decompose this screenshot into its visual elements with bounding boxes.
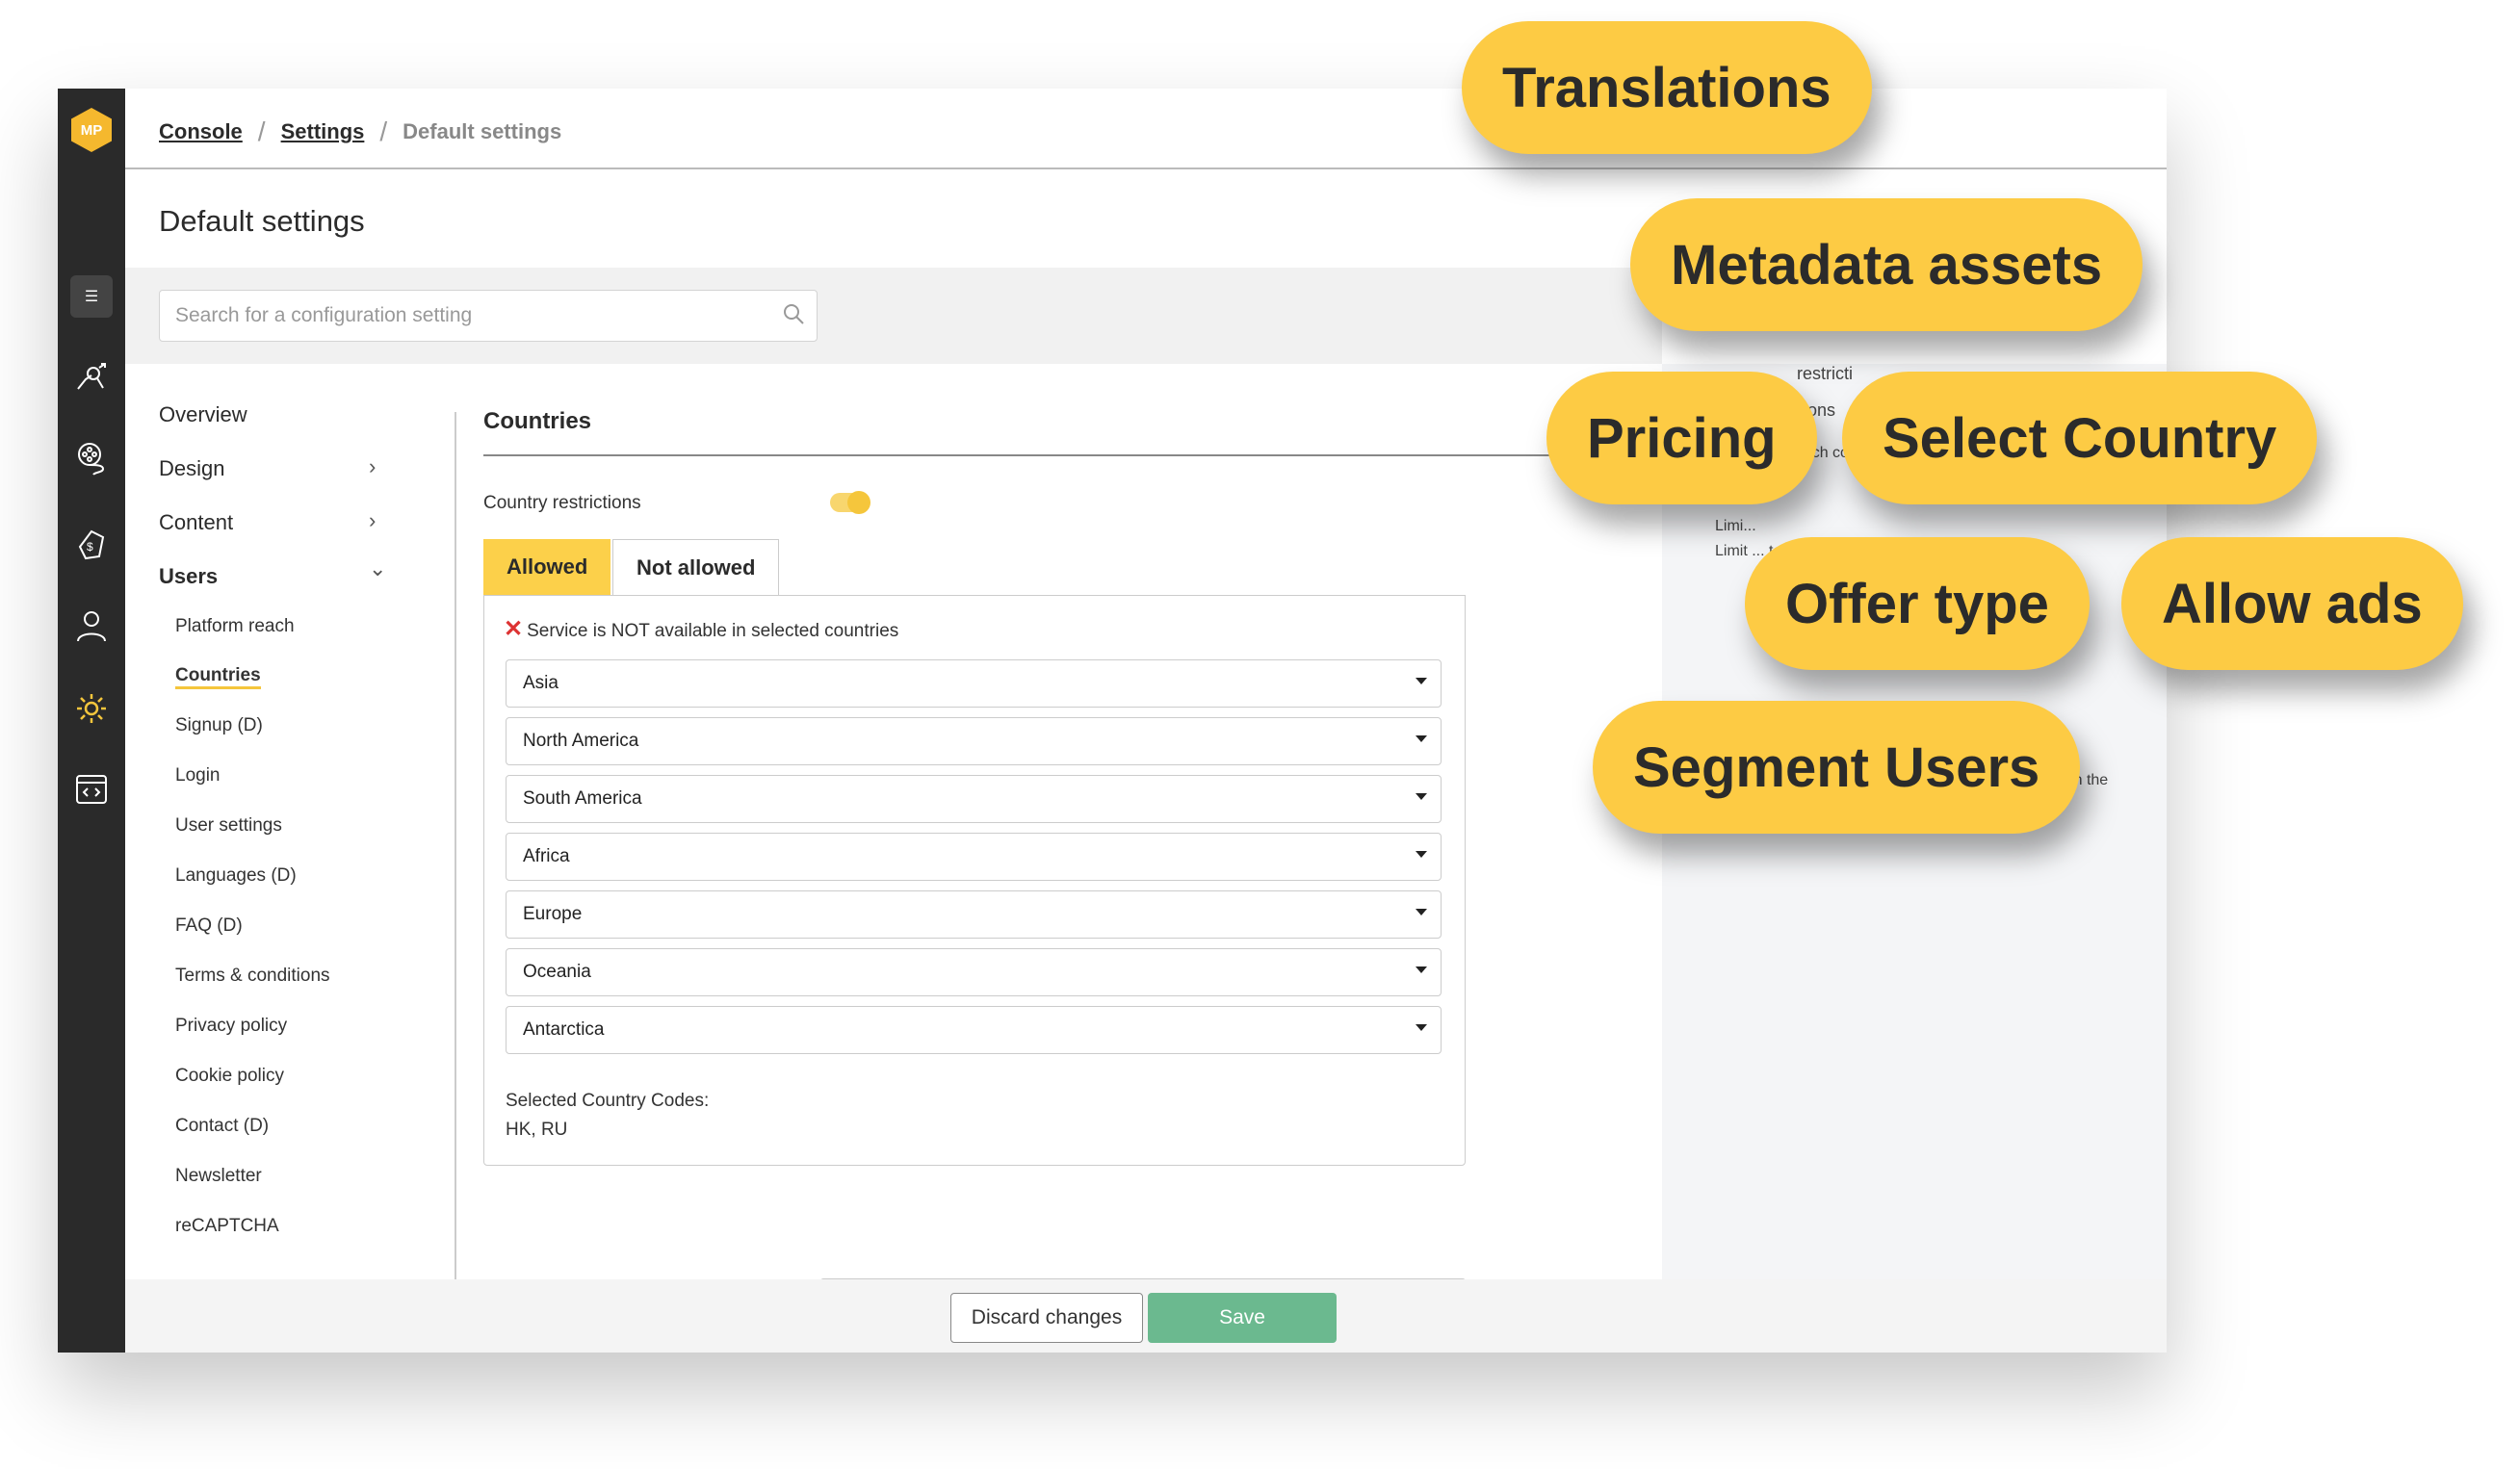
nav-item-users[interactable]: Users (159, 564, 218, 589)
nav-sub-user-settings[interactable]: User settings (175, 815, 282, 837)
menu-icon[interactable]: ☰ (70, 275, 113, 318)
chevron-down-icon[interactable]: ⌄ (369, 556, 386, 581)
logo[interactable]: MP (71, 108, 112, 152)
nav-sub-platform-reach[interactable]: Platform reach (175, 616, 295, 637)
nav-sub-contact[interactable]: Contact (D) (175, 1116, 269, 1137)
breadcrumb-console[interactable]: Console (159, 119, 243, 144)
caret-down-icon (1416, 735, 1427, 742)
caret-down-icon (1416, 1024, 1427, 1031)
codes-label: Selected Country Codes: (506, 1091, 710, 1111)
region-select-north-america[interactable]: North America (506, 717, 1442, 765)
help-partial: restricti (1797, 364, 1853, 383)
discard-changes-button[interactable]: Discard changes (950, 1293, 1143, 1343)
breadcrumb-separator: / (379, 116, 388, 146)
nav-sub-newsletter[interactable]: Newsletter (175, 1166, 262, 1187)
country-restrictions-label: Country restrictions (483, 493, 641, 513)
nav-sub-languages[interactable]: Languages (D) (175, 865, 297, 887)
region-label: Antarctica (523, 1019, 605, 1040)
bubble-segment-users: Segment Users (1593, 701, 2081, 834)
region-select-oceania[interactable]: Oceania (506, 948, 1442, 996)
region-select-south-america[interactable]: South America (506, 775, 1442, 823)
chevron-right-icon[interactable]: › (369, 508, 376, 533)
region-label: Oceania (523, 962, 591, 982)
breadcrumb: Console / Settings / Default settings (159, 108, 561, 156)
nav-sub-signup[interactable]: Signup (D) (175, 715, 263, 736)
caret-down-icon (1416, 793, 1427, 800)
bubble-allow-ads: Allow ads (2121, 537, 2463, 670)
chevron-right-icon[interactable]: › (369, 454, 376, 479)
restriction-message: ✕ Service is NOT available in selected co… (504, 615, 898, 643)
section-divider (483, 454, 1668, 456)
close-x-icon: ✕ (504, 616, 524, 642)
nav-sub-login[interactable]: Login (175, 765, 221, 786)
nav-sub-terms[interactable]: Terms & conditions (175, 966, 330, 987)
bubble-metadata-assets: Metadata assets (1630, 198, 2143, 331)
region-label: South America (523, 788, 642, 809)
region-label: North America (523, 731, 639, 751)
footer-bar: Discard changes Save (125, 1279, 2167, 1353)
price-tag-icon[interactable]: $ (70, 524, 113, 566)
bubble-select-country: Select Country (1842, 372, 2318, 504)
nav-sub-privacy[interactable]: Privacy policy (175, 1016, 287, 1037)
nav-sub-countries[interactable]: Countries (175, 665, 261, 689)
gear-icon[interactable] (70, 687, 113, 730)
codes-value: HK, RU (506, 1120, 568, 1140)
toggle-knob (847, 491, 870, 514)
bubble-pricing: Pricing (1546, 372, 1817, 504)
search-input[interactable]: Search for a configuration setting (159, 290, 818, 342)
save-button[interactable]: Save (1148, 1293, 1337, 1343)
caret-down-icon (1416, 678, 1427, 684)
help-bullet-1: Limi... (1715, 518, 1756, 534)
nav-divider (455, 412, 456, 1283)
region-label: Europe (523, 904, 583, 924)
region-select-africa[interactable]: Africa (506, 833, 1442, 881)
region-select-europe[interactable]: Europe (506, 890, 1442, 939)
page-title: Default settings (159, 204, 365, 238)
tab-not-allowed[interactable]: Not allowed (612, 539, 780, 595)
nav-item-overview[interactable]: Overview (159, 402, 247, 427)
caret-down-icon (1416, 909, 1427, 915)
nav-item-content[interactable]: Content (159, 510, 233, 535)
search-placeholder: Search for a configuration setting (175, 304, 473, 326)
bubble-offer-type: Offer type (1745, 537, 2090, 670)
breadcrumb-settings[interactable]: Settings (281, 119, 365, 144)
header-divider (125, 168, 2167, 169)
selected-codes: Selected Country Codes: HK, RU (506, 1087, 709, 1145)
bubble-translations: Translations (1462, 21, 1872, 154)
user-icon[interactable] (70, 605, 113, 647)
tab-allowed[interactable]: Allowed (483, 539, 611, 595)
caret-down-icon (1416, 851, 1427, 858)
tab-panel: ✕ Service is NOT available in selected co… (483, 595, 1466, 1166)
message-text: Service is NOT available in selected cou… (527, 621, 899, 641)
region-label: Asia (523, 673, 559, 693)
content-area: Overview Design › Content › Users ⌄ Plat… (125, 364, 1668, 1353)
svg-text:$: $ (87, 540, 93, 554)
help-panel: restricti Country restrictions Specify w… (1662, 364, 2167, 1353)
section-title: Countries (483, 408, 592, 434)
region-select-asia[interactable]: Asia (506, 659, 1442, 708)
breadcrumb-current: Default settings (403, 119, 562, 143)
analytics-icon[interactable] (70, 356, 113, 399)
breadcrumb-separator: / (257, 116, 266, 146)
country-restrictions-toggle[interactable] (830, 491, 870, 514)
code-window-icon[interactable] (70, 768, 113, 811)
icon-rail: MP ☰ $ (58, 89, 125, 1353)
nav-sub-faq[interactable]: FAQ (D) (175, 915, 243, 937)
caret-down-icon (1416, 966, 1427, 973)
nav-sub-cookie[interactable]: Cookie policy (175, 1066, 284, 1087)
nav-sub-recaptcha[interactable]: reCAPTCHA (175, 1216, 279, 1237)
region-select-antarctica[interactable]: Antarctica (506, 1006, 1442, 1054)
region-label: Africa (523, 846, 570, 866)
film-reel-icon[interactable] (70, 437, 113, 479)
nav-item-design[interactable]: Design (159, 456, 224, 481)
search-icon[interactable] (782, 302, 805, 325)
